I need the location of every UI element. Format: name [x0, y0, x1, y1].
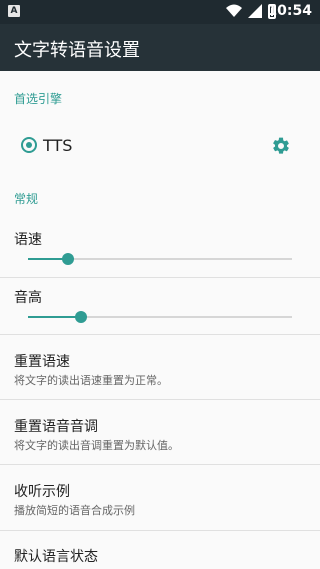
listen-example-title[interactable]: 收听示例 — [14, 481, 70, 501]
listen-example-subtitle: 播放简短的语音合成示例 — [14, 504, 135, 517]
speech-rate-slider-thumb[interactable] — [62, 253, 74, 265]
section-title-preferred-engine: 首选引擎 — [14, 92, 63, 106]
divider — [0, 399, 320, 400]
divider — [0, 530, 320, 531]
page-title: 文字转语音设置 — [14, 40, 140, 61]
pitch-slider-fill — [28, 316, 81, 318]
engine-radio[interactable] — [21, 137, 37, 153]
app-bar: 文字转语音设置 — [0, 24, 320, 71]
reset-pitch-subtitle: 将文字的读出音调重置为默认值。 — [14, 439, 179, 452]
reset-speech-rate-title[interactable]: 重置语速 — [14, 351, 70, 371]
pitch-slider-thumb[interactable] — [75, 311, 87, 323]
engine-label: TTS — [43, 136, 73, 155]
divider — [0, 277, 320, 278]
pitch-label: 音高 — [14, 290, 42, 306]
signal-icon — [248, 4, 262, 18]
status-bar: A 10:54 — [0, 0, 320, 24]
wifi-icon — [226, 4, 242, 17]
section-title-general: 常规 — [14, 192, 39, 206]
speech-rate-label: 语速 — [14, 232, 42, 248]
pitch-slider[interactable] — [28, 311, 292, 323]
notification-icon: A — [8, 5, 20, 17]
reset-pitch-title[interactable]: 重置语音音调 — [14, 416, 98, 436]
default-language-status-title[interactable]: 默认语言状态 — [14, 546, 98, 566]
divider — [0, 464, 320, 465]
divider — [0, 334, 320, 335]
speech-rate-slider[interactable] — [28, 253, 292, 265]
gear-icon[interactable] — [271, 136, 291, 156]
clock: 10:54 — [267, 3, 312, 19]
reset-speech-rate-subtitle: 将文字的读出语速重置为正常。 — [14, 374, 168, 387]
